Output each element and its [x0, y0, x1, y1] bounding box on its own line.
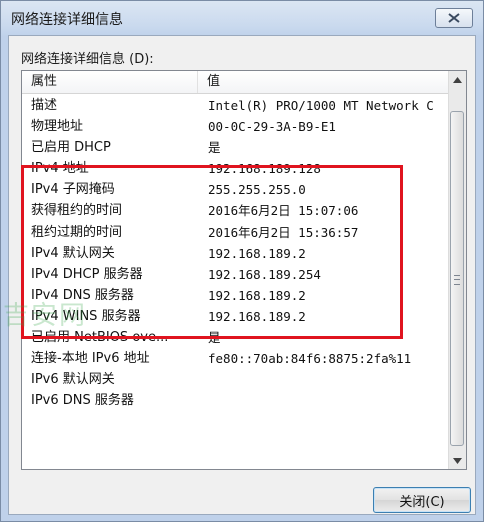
value-cell: 00-0C-29-3A-B9-E1 [208, 119, 336, 135]
close-icon [448, 13, 460, 23]
value-cell: 192.168.189.2 [208, 245, 306, 261]
chevron-up-icon [452, 76, 462, 83]
column-header-property[interactable]: 属性 [22, 71, 198, 93]
value-cell: 255.255.255.0 [208, 182, 306, 198]
property-cell: IPv4 WINS 服务器 [31, 308, 141, 324]
list-row[interactable]: IPv4 默认网关 192.168.189.2 [22, 243, 449, 264]
value-cell: 是 [208, 140, 221, 156]
list-row[interactable]: IPv4 DHCP 服务器 192.168.189.254 [22, 264, 449, 285]
list-rows: 描述 Intel(R) PRO/1000 MT Network C 物理地址 00-0… [22, 95, 449, 469]
close-button[interactable]: 关闭(C) [373, 487, 471, 513]
property-cell: 获得租约的时间 [31, 203, 123, 219]
grip-icon [454, 274, 460, 285]
value-cell: 192.168.189.128 [208, 161, 321, 177]
property-cell: 已启用 NetBIOS ove... [31, 330, 169, 346]
window-title: 网络连接详细信息 [11, 12, 123, 28]
property-cell: IPv4 DNS 服务器 [31, 287, 134, 303]
list-header: 属性 值 [22, 71, 449, 94]
list-row[interactable]: 物理地址 00-0C-29-3A-B9-E1 [22, 116, 449, 137]
list-row[interactable]: IPv4 DNS 服务器 192.168.189.2 [22, 285, 449, 306]
list-row[interactable]: IPv4 子网掩码 255.255.255.0 [22, 179, 449, 200]
dialog-window: 网络连接详细信息 网络连接详细信息 (D): 属性 值 描述 Intel(R) P… [0, 0, 484, 522]
value-cell: 192.168.189.2 [208, 287, 306, 303]
chevron-down-icon [452, 457, 462, 464]
property-cell: IPv4 地址 [31, 161, 89, 177]
property-cell: 物理地址 [31, 119, 84, 135]
list-row[interactable]: IPv4 WINS 服务器 192.168.189.2 [22, 306, 449, 327]
list-row[interactable]: IPv6 默认网关 [22, 369, 449, 390]
property-cell: 已启用 DHCP [31, 140, 111, 156]
value-cell: 2016年6月2日 15:07:06 [208, 203, 359, 219]
list-row[interactable]: IPv4 地址 192.168.189.128 [22, 158, 449, 179]
scroll-thumb[interactable] [450, 111, 464, 446]
property-cell: IPv4 默认网关 [31, 245, 115, 261]
list-row[interactable]: 描述 Intel(R) PRO/1000 MT Network C [22, 95, 449, 116]
details-listview[interactable]: 属性 值 描述 Intel(R) PRO/1000 MT Network C 物理地… [21, 70, 467, 470]
value-cell: 192.168.189.2 [208, 308, 306, 324]
value-cell: Intel(R) PRO/1000 MT Network C [208, 98, 434, 113]
property-cell: IPv6 默认网关 [31, 372, 115, 388]
property-cell: IPv4 DHCP 服务器 [31, 266, 143, 282]
dialog-client-area: 网络连接详细信息 (D): 属性 值 描述 Intel(R) PRO/1000 M… [8, 35, 476, 515]
title-close-button[interactable] [435, 8, 473, 28]
property-cell: IPv6 DNS 服务器 [31, 393, 134, 409]
list-row[interactable]: 租约过期的时间 2016年6月2日 15:36:57 [22, 222, 449, 243]
property-cell: IPv4 子网掩码 [31, 182, 115, 198]
scroll-down-button[interactable] [449, 452, 465, 469]
property-cell: 连接-本地 IPv6 地址 [31, 351, 150, 367]
property-cell: 租约过期的时间 [31, 224, 123, 240]
list-row[interactable]: 连接-本地 IPv6 地址 fe80::70ab:84f6:8875:2fa%11 [22, 348, 449, 369]
title-bar[interactable]: 网络连接详细信息 [1, 1, 483, 35]
value-cell: 2016年6月2日 15:36:57 [208, 224, 359, 240]
vertical-scrollbar[interactable] [448, 71, 466, 469]
value-cell: fe80::70ab:84f6:8875:2fa%11 [208, 351, 412, 367]
property-cell: 描述 [31, 98, 58, 113]
list-row[interactable]: 已启用 DHCP 是 [22, 137, 449, 158]
scroll-up-button[interactable] [449, 71, 465, 88]
list-row[interactable]: IPv6 DNS 服务器 [22, 390, 449, 411]
value-cell: 是 [208, 330, 221, 346]
list-row[interactable]: 已启用 NetBIOS ove... 是 [22, 327, 449, 348]
value-cell: 192.168.189.254 [208, 266, 321, 282]
column-header-value[interactable]: 值 [198, 71, 449, 93]
list-row[interactable]: 获得租约的时间 2016年6月2日 15:07:06 [22, 200, 449, 221]
details-label: 网络连接详细信息 (D): [21, 52, 154, 67]
